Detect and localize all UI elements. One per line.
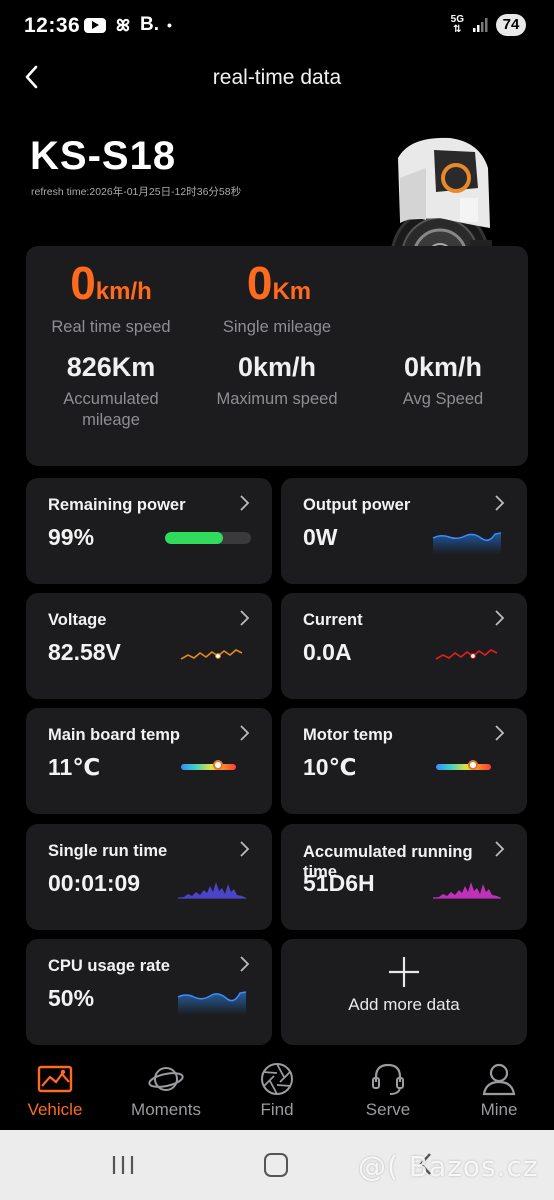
chevron-right-icon — [495, 610, 505, 626]
tile-value: 0.0A — [303, 639, 352, 665]
battery-level-bar — [165, 532, 251, 544]
chevron-right-icon — [240, 725, 250, 741]
home-button-icon[interactable] — [264, 1153, 288, 1177]
refresh-time: refresh time:2026年-01月25日-12时36分58秒 — [31, 186, 242, 198]
bottom-tab-bar: Vehicle Moments Find Serve Mine — [0, 1052, 554, 1130]
tab-label: Find — [260, 1100, 294, 1119]
add-more-data-tile[interactable]: Add more data — [281, 939, 527, 1045]
user-icon — [482, 1063, 516, 1096]
output-power-tile[interactable]: Output power 0W — [281, 478, 527, 584]
speed-label: Real time speed — [51, 318, 171, 336]
chevron-right-icon — [240, 495, 250, 511]
tile-value: 10℃ — [303, 754, 357, 780]
tab-vehicle[interactable]: Vehicle — [0, 1052, 110, 1130]
tab-moments[interactable]: Moments — [111, 1052, 221, 1130]
speed-value: 0km/h — [70, 257, 152, 309]
chevron-right-icon — [240, 610, 250, 626]
page-title: real-time data — [212, 66, 342, 89]
status-bar: 12:36 B. • 5G ⇅ 74 — [0, 0, 554, 52]
tab-serve[interactable]: Serve — [333, 1052, 443, 1130]
ride-stats-card: 0km/h Real time speed 0Km Single mileage… — [26, 246, 528, 466]
youtube-icon — [84, 17, 106, 33]
single-mileage-value: 0Km — [246, 257, 312, 309]
accumulated-mileage-value: 826Km — [66, 352, 156, 382]
tab-label: Moments — [131, 1100, 201, 1119]
tab-label: Mine — [480, 1100, 518, 1119]
chevron-right-icon — [495, 725, 505, 741]
battery-indicator: 74 — [496, 14, 526, 36]
accumulated-mileage-label: Accumulated mileage — [63, 390, 159, 429]
tile-value: 51D6H — [303, 870, 375, 896]
single-mileage-label: Single mileage — [222, 318, 332, 336]
current-sparkline — [435, 649, 498, 660]
tab-label: Vehicle — [27, 1100, 83, 1119]
tile-value: 99% — [48, 524, 95, 550]
temperature-gauge — [436, 764, 491, 770]
run-time-histogram — [178, 882, 246, 899]
tile-title: CPU usage rate — [48, 957, 170, 975]
tile-title: Motor temp — [303, 726, 393, 744]
main-board-temp-tile[interactable]: Main board temp 11℃ — [26, 708, 272, 814]
signal-icon — [473, 18, 488, 32]
watermark: @( Bazos.cz — [358, 1150, 539, 1183]
voltage-sparkline — [180, 649, 243, 660]
headset-icon — [372, 1063, 404, 1095]
current-tile[interactable]: Current 0.0A — [281, 593, 527, 699]
tile-title: Remaining power — [48, 496, 186, 514]
max-speed-label: Maximum speed — [216, 390, 338, 408]
max-speed-value: 0km/h — [237, 352, 317, 382]
plus-icon — [389, 957, 419, 987]
remaining-power-tile[interactable]: Remaining power 99% — [26, 478, 272, 584]
motor-temp-tile[interactable]: Motor temp 10℃ — [281, 708, 527, 814]
system-icons: 5G ⇅ 74 — [451, 14, 526, 36]
app-indicator-b: B. — [140, 14, 159, 35]
aperture-icon — [261, 1063, 293, 1095]
status-time: 12:36 — [24, 14, 81, 37]
tile-title: Current — [303, 611, 363, 629]
cpu-usage-sparkline — [177, 991, 247, 1015]
output-power-sparkline — [432, 532, 502, 554]
tile-value: 0W — [303, 524, 338, 550]
notification-dot: • — [167, 17, 172, 33]
chevron-right-icon — [495, 841, 505, 857]
tile-title: Main board temp — [48, 726, 181, 744]
tile-title: Voltage — [48, 611, 107, 629]
accumulated-running-time-tile[interactable]: Accumulated running time 51D6H — [281, 824, 527, 930]
recent-apps-icon[interactable] — [110, 1154, 136, 1176]
add-more-data-label: Add more data — [348, 995, 460, 1014]
avg-speed-value: 0km/h — [403, 352, 483, 382]
cpu-usage-tile[interactable]: CPU usage rate 50% — [26, 939, 272, 1045]
tile-value: 11℃ — [48, 754, 101, 780]
avg-speed-label: Avg Speed — [402, 390, 484, 408]
app-header: real-time data — [0, 52, 554, 104]
tile-title: Output power — [303, 496, 411, 514]
system-nav-bar: @( Bazos.cz — [0, 1130, 554, 1200]
battery-level-fill — [165, 532, 224, 544]
tile-value: 82.58V — [48, 639, 121, 665]
tab-mine[interactable]: Mine — [444, 1052, 554, 1130]
notification-icons: B. • — [84, 14, 172, 36]
tile-title: Single run time — [48, 842, 168, 860]
tile-value: 00:01:09 — [48, 870, 141, 896]
pinwheel-icon — [116, 18, 130, 32]
tab-find[interactable]: Find — [222, 1052, 332, 1130]
temperature-gauge — [181, 764, 236, 770]
network-indicator: 5G ⇅ — [450, 14, 464, 35]
tab-label: Serve — [365, 1100, 411, 1119]
tile-value: 50% — [48, 985, 95, 1011]
vehicle-icon — [37, 1065, 73, 1093]
planet-icon — [148, 1067, 184, 1091]
chevron-right-icon — [240, 956, 250, 972]
voltage-tile[interactable]: Voltage 82.58V — [26, 593, 272, 699]
chevron-right-icon — [495, 495, 505, 511]
chevron-right-icon — [240, 841, 250, 857]
single-run-time-tile[interactable]: Single run time 00:01:09 — [26, 824, 272, 930]
running-time-histogram — [433, 882, 501, 899]
vehicle-model: KS-S18 — [30, 134, 177, 178]
